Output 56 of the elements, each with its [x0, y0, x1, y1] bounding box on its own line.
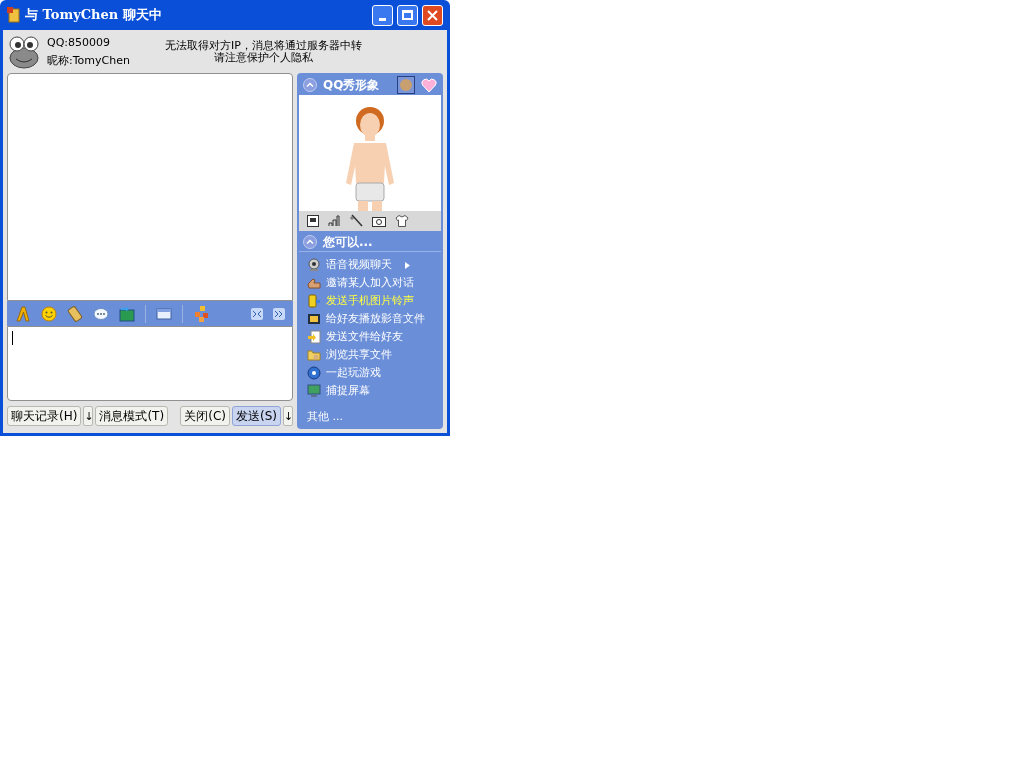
- hand-icon: [307, 276, 321, 290]
- camera-icon[interactable]: [372, 215, 386, 227]
- app-icon: [7, 7, 21, 23]
- action-link[interactable]: 捕捉屏幕: [326, 382, 370, 400]
- collapse-icon[interactable]: [303, 78, 317, 92]
- maximize-button[interactable]: [397, 4, 418, 26]
- arrows-icon: [253, 309, 261, 318]
- collapse-toolbar-button[interactable]: [251, 307, 263, 320]
- minimize-button[interactable]: [372, 4, 393, 26]
- action-link[interactable]: 一起玩游戏: [326, 364, 381, 382]
- action-link[interactable]: 浏览共享文件: [326, 346, 392, 364]
- window-icon[interactable]: [156, 306, 172, 321]
- action-link[interactable]: 给好友播放影音文件: [326, 310, 425, 328]
- magic-wand-icon[interactable]: [349, 214, 363, 228]
- frog-avatar-icon: [7, 34, 41, 69]
- avatar-face-icon[interactable]: [397, 76, 415, 94]
- dialog-button[interactable]: 关闭(C): [180, 406, 230, 426]
- document-icon: [307, 330, 321, 344]
- heart-icon[interactable]: [421, 77, 437, 93]
- dialog-button[interactable]: 聊天记录(H): [7, 406, 82, 426]
- message-input[interactable]: [7, 326, 293, 401]
- notice-text: 无法取得对方IP，消息将通过服务器中转: [165, 39, 362, 52]
- close-button[interactable]: [422, 4, 443, 26]
- disc-icon: [307, 366, 321, 380]
- bar-chart-icon[interactable]: [328, 215, 340, 227]
- more-tools-button[interactable]: [273, 307, 285, 320]
- close-icon: [427, 9, 438, 21]
- font-icon[interactable]: [15, 305, 31, 322]
- qq-number: QQ:850009: [47, 34, 111, 51]
- more-link[interactable]: 其他 ...: [299, 408, 441, 427]
- webcam-icon: [307, 258, 321, 272]
- nickname: 昵称:TomyChen: [47, 52, 131, 69]
- phone-icon: [307, 294, 321, 308]
- notice-text: 请注意保护个人隐私: [213, 51, 313, 64]
- window-title: 与 TomyChen 聊天中: [25, 6, 162, 25]
- action-link[interactable]: 发送手机图片铃声: [326, 292, 414, 310]
- panel-title: QQ秀形象: [323, 77, 380, 94]
- phone-icon[interactable]: [67, 305, 83, 322]
- dialog-button[interactable]: 发送(S): [232, 406, 281, 426]
- panel-title: 您可以...: [323, 233, 373, 251]
- dropdown-button[interactable]: ↓: [283, 406, 293, 426]
- action-link[interactable]: 发送文件给好友: [326, 328, 403, 346]
- film-icon: [307, 312, 321, 326]
- double-chevron-icon: [275, 309, 283, 318]
- shirt-icon[interactable]: [395, 215, 409, 227]
- monitor-icon: [307, 384, 321, 398]
- folder-icon: [307, 348, 321, 362]
- blocks-icon[interactable]: [193, 304, 211, 323]
- dropdown-button[interactable]: ↓: [83, 406, 94, 426]
- action-link[interactable]: 语音视频聊天: [326, 256, 392, 274]
- action-link[interactable]: 邀请某人加入对话: [326, 274, 414, 292]
- dialog-button[interactable]: 消息模式(T): [95, 406, 169, 426]
- square-icon[interactable]: [307, 215, 319, 227]
- smiley-icon[interactable]: [41, 305, 57, 322]
- speech-bubble-icon[interactable]: [93, 305, 109, 322]
- collapse-icon[interactable]: [303, 234, 317, 249]
